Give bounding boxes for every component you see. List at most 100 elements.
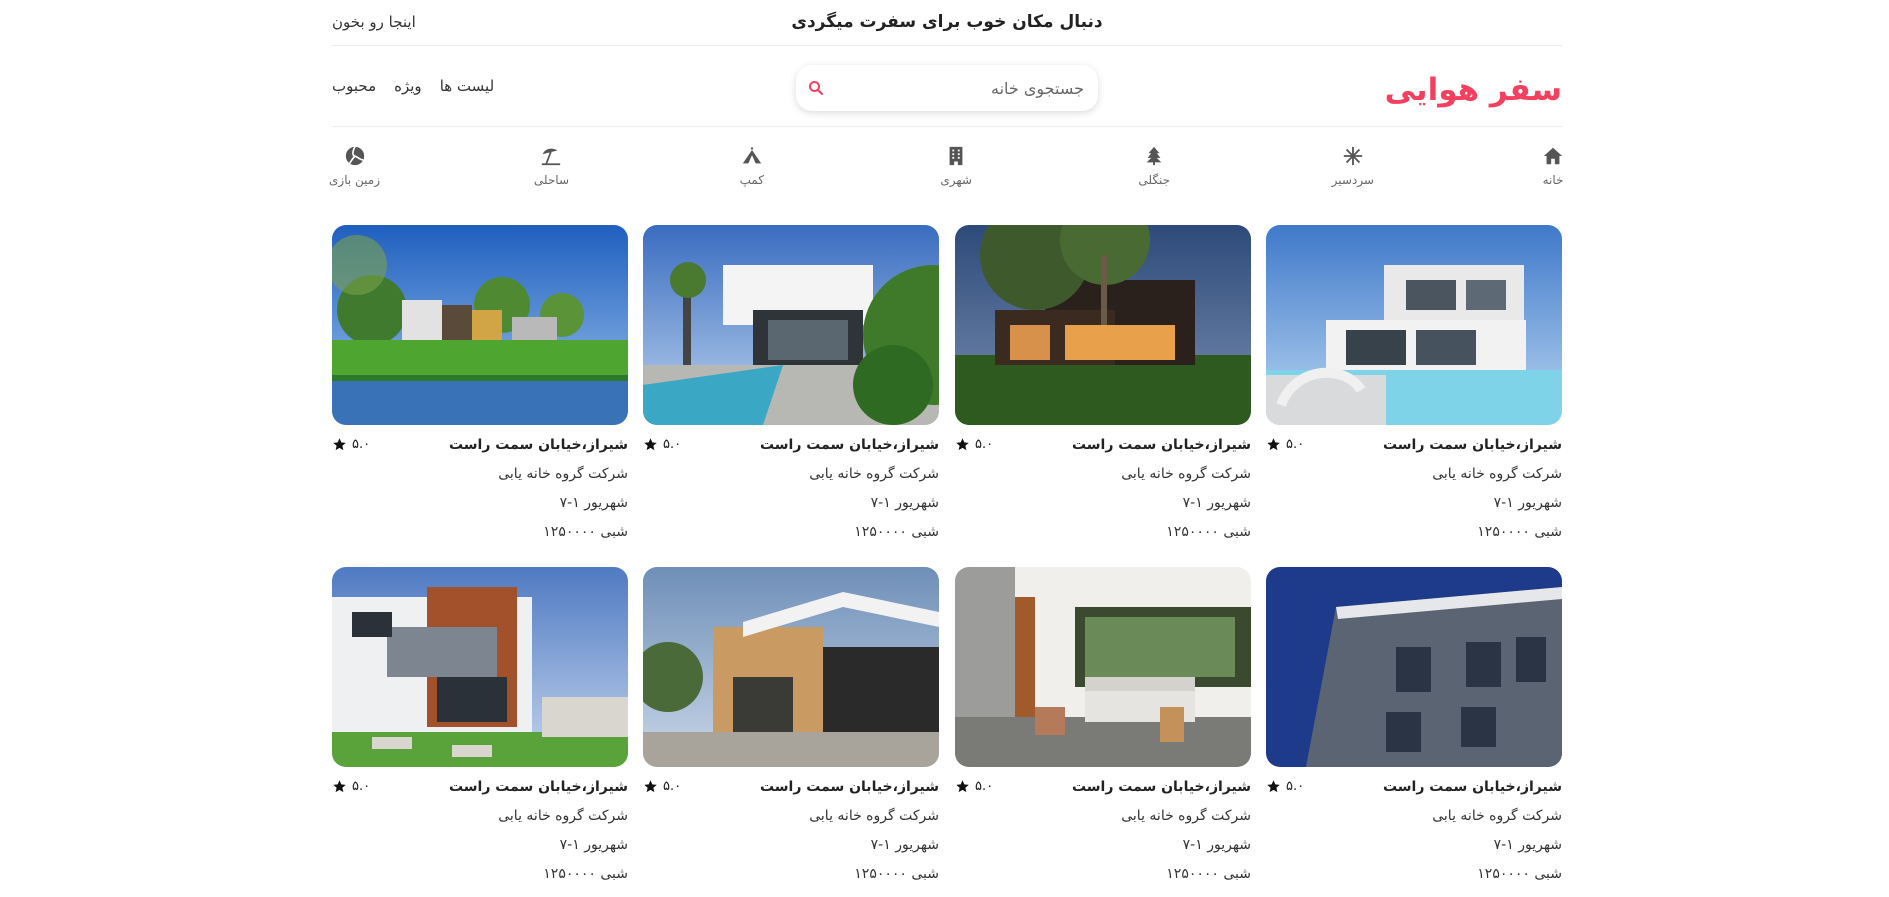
listing-dates: شهریور ۱-۷	[1493, 495, 1562, 511]
promo-text: دنبال مکان خوب برای سفرت میگردی	[791, 12, 1103, 32]
listing-meta: شیراز،خیابان سمت راست ۵.۰ شرکت گروه خانه…	[332, 425, 628, 551]
category-home[interactable]: خانه	[1542, 145, 1564, 187]
listing-card[interactable]: شیراز،خیابان سمت راست ۵.۰ شرکت گروه خانه…	[955, 225, 1251, 555]
listing-card[interactable]: شیراز،خیابان سمت راست ۵.۰ شرکت گروه خانه…	[332, 567, 628, 897]
listing-title: شیراز،خیابان سمت راست	[1071, 437, 1251, 453]
listing-card[interactable]: شیراز،خیابان سمت راست ۵.۰ شرکت گروه خانه…	[332, 225, 628, 555]
building-icon	[949, 146, 963, 166]
category-cold[interactable]: سردسیر	[1332, 145, 1374, 187]
listing-card[interactable]: شیراز،خیابان سمت راست ۵.۰ شرکت گروه خانه…	[1266, 225, 1562, 555]
listing-dates: شهریور ۱-۷	[1493, 837, 1562, 853]
search-icon[interactable]	[808, 80, 824, 96]
star-icon	[333, 438, 346, 451]
tree-icon	[1146, 146, 1162, 166]
listing-rating: ۵.۰	[643, 779, 681, 794]
category-bar: خانه سردسیر جنگلی شهری کمپ ساحلی زمین با…	[329, 127, 1564, 227]
listing-photo[interactable]	[1266, 567, 1562, 767]
listing-title: شیراز،خیابان سمت راست	[448, 779, 628, 795]
search-input[interactable]	[844, 65, 1084, 111]
listing-photo[interactable]	[955, 567, 1251, 767]
search-box[interactable]	[796, 65, 1098, 111]
listing-dates: شهریور ۱-۷	[870, 837, 939, 853]
listing-card[interactable]: شیراز،خیابان سمت راست ۵.۰ شرکت گروه خانه…	[643, 567, 939, 897]
listing-card[interactable]: شیراز،خیابان سمت راست ۵.۰ شرکت گروه خانه…	[955, 567, 1251, 897]
listing-title: شیراز،خیابان سمت راست	[759, 779, 939, 795]
category-camp[interactable]: کمپ	[740, 145, 764, 187]
listing-rating: ۵.۰	[1266, 779, 1304, 794]
main-navbar: سفر هوایی لیست ها ویژه محبوب	[332, 46, 1562, 127]
rating-value: ۵.۰	[663, 437, 682, 452]
listing-dates: شهریور ۱-۷	[870, 495, 939, 511]
listing-title: شیراز،خیابان سمت راست	[759, 437, 939, 453]
category-beach[interactable]: ساحلی	[534, 145, 569, 187]
nav-item-popular[interactable]: محبوب	[332, 77, 376, 95]
listing-meta: شیراز،خیابان سمت راست ۵.۰ شرکت گروه خانه…	[955, 425, 1251, 551]
listing-dates: شهریور ۱-۷	[559, 495, 628, 511]
listing-dates: شهریور ۱-۷	[559, 837, 628, 853]
listing-card[interactable]: شیراز،خیابان سمت راست ۵.۰ شرکت گروه خانه…	[643, 225, 939, 555]
listing-host: شرکت گروه خانه یابی	[1121, 808, 1251, 824]
listing-price: شبی ۱۲۵۰۰۰۰	[543, 524, 628, 540]
listing-meta: شیراز،خیابان سمت راست ۵.۰ شرکت گروه خانه…	[1266, 767, 1562, 893]
star-icon	[333, 780, 346, 793]
listing-host: شرکت گروه خانه یابی	[498, 466, 628, 482]
tent-icon	[742, 146, 761, 164]
listing-host: شرکت گروه خانه یابی	[1121, 466, 1251, 482]
snowflake-icon	[1343, 146, 1363, 166]
listing-dates: شهریور ۱-۷	[1182, 837, 1251, 853]
page: دنبال مکان خوب برای سفرت میگردی اینجا رو…	[329, 0, 1564, 882]
volleyball-icon	[345, 146, 364, 166]
umbrella-beach-icon	[542, 148, 561, 166]
listing-rating: ۵.۰	[1266, 437, 1304, 452]
listing-host: شرکت گروه خانه یابی	[809, 808, 939, 824]
listing-price: شبی ۱۲۵۰۰۰۰	[1166, 524, 1251, 540]
rating-value: ۵.۰	[1286, 437, 1305, 452]
listing-meta: شیراز،خیابان سمت راست ۵.۰ شرکت گروه خانه…	[643, 767, 939, 893]
top-bar: دنبال مکان خوب برای سفرت میگردی اینجا رو…	[332, 0, 1562, 46]
rating-value: ۵.۰	[1286, 779, 1305, 794]
category-label: ساحلی	[533, 173, 569, 187]
listing-photo[interactable]	[1266, 225, 1562, 425]
star-icon	[1267, 780, 1280, 793]
listing-photo[interactable]	[332, 225, 628, 425]
category-label: خانه	[1542, 173, 1564, 187]
listing-host: شرکت گروه خانه یابی	[1432, 466, 1562, 482]
listing-price: شبی ۱۲۵۰۰۰۰	[854, 866, 939, 882]
listing-host: شرکت گروه خانه یابی	[1432, 808, 1562, 824]
listing-photo[interactable]	[955, 225, 1251, 425]
listing-host: شرکت گروه خانه یابی	[498, 808, 628, 824]
listing-photo[interactable]	[643, 567, 939, 767]
listing-card[interactable]: شیراز،خیابان سمت راست ۵.۰ شرکت گروه خانه…	[1266, 567, 1562, 897]
nav-menu: لیست ها ویژه محبوب	[332, 77, 494, 95]
category-forest[interactable]: جنگلی	[1138, 145, 1170, 187]
home-icon	[1543, 147, 1563, 165]
rating-value: ۵.۰	[975, 437, 994, 452]
listing-photo[interactable]	[332, 567, 628, 767]
listing-dates: شهریور ۱-۷	[1182, 495, 1251, 511]
listing-host: شرکت گروه خانه یابی	[809, 466, 939, 482]
listing-meta: شیراز،خیابان سمت راست ۵.۰ شرکت گروه خانه…	[332, 767, 628, 893]
category-playground[interactable]: زمین بازی	[329, 145, 380, 187]
listing-price: شبی ۱۲۵۰۰۰۰	[1166, 866, 1251, 882]
category-urban[interactable]: شهری	[940, 145, 972, 187]
listing-price: شبی ۱۲۵۰۰۰۰	[1477, 866, 1562, 882]
listing-rating: ۵.۰	[643, 437, 681, 452]
category-label: شهری	[940, 173, 972, 187]
listing-rating: ۵.۰	[955, 437, 993, 452]
listing-title: شیراز،خیابان سمت راست	[448, 437, 628, 453]
logo[interactable]: سفر هوایی	[1385, 72, 1562, 108]
listing-rating: ۵.۰	[955, 779, 993, 794]
listing-title: شیراز،خیابان سمت راست	[1382, 779, 1562, 795]
category-label: زمین بازی	[329, 173, 380, 187]
category-label: سردسیر	[1331, 173, 1374, 187]
listing-title: شیراز،خیابان سمت راست	[1382, 437, 1562, 453]
listing-meta: شیراز،خیابان سمت راست ۵.۰ شرکت گروه خانه…	[643, 425, 939, 551]
listing-photo[interactable]	[643, 225, 939, 425]
rating-value: ۵.۰	[352, 437, 371, 452]
nav-item-lists[interactable]: لیست ها	[440, 77, 494, 95]
read-more-link[interactable]: اینجا رو بخون	[332, 13, 416, 31]
listing-title: شیراز،خیابان سمت راست	[1071, 779, 1251, 795]
rating-value: ۵.۰	[975, 779, 994, 794]
listing-price: شبی ۱۲۵۰۰۰۰	[1477, 524, 1562, 540]
nav-item-featured[interactable]: ویژه	[394, 77, 422, 95]
